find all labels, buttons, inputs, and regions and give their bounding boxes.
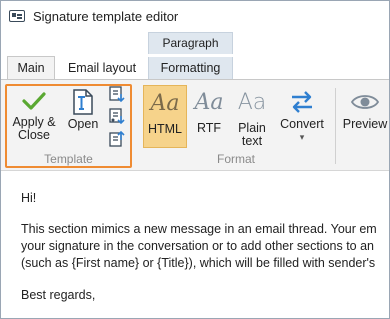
plain-aa-icon: Aa	[237, 90, 267, 115]
window-title: Signature template editor	[33, 8, 179, 24]
open-button[interactable]: Open	[63, 88, 103, 131]
plain-text-format-button[interactable]: Aa Plain text	[232, 85, 272, 148]
ribbon-separator	[335, 88, 336, 164]
signature-window-icon	[9, 10, 25, 22]
editor-body[interactable]: Hi! This section mimics a new message in…	[1, 172, 389, 318]
context-tab-paragraph[interactable]: Paragraph	[148, 32, 233, 54]
editor-window: Signature template editor Paragraph Main…	[0, 0, 390, 319]
html-label: HTML	[147, 122, 183, 136]
html-format-button[interactable]: Aa HTML	[143, 85, 187, 148]
checkmark-icon	[22, 92, 46, 110]
apply-close-button[interactable]: Apply & Close	[9, 90, 59, 142]
rtf-aa-icon: Aa	[194, 90, 224, 115]
template-group-label: Template	[44, 152, 93, 166]
tab-main[interactable]: Main	[7, 56, 55, 80]
paragraph-line-1: This section mimics a new message in an …	[21, 222, 377, 236]
tab-formatting[interactable]: Formatting	[148, 57, 233, 79]
open-label: Open	[67, 117, 99, 131]
preview-label: Preview	[342, 117, 388, 131]
tab-email-layout[interactable]: Email layout	[61, 57, 143, 79]
convert-arrows-icon	[292, 91, 312, 113]
save-as-template-icon[interactable]	[108, 108, 126, 126]
convert-label: Convert	[280, 117, 324, 131]
paragraph-line-3: (such as {First name} or {Title}), which…	[21, 256, 376, 270]
rtf-format-button[interactable]: Aa RTF	[189, 85, 229, 135]
convert-button[interactable]: Convert ▾	[275, 88, 329, 144]
open-template-icon	[73, 89, 93, 115]
format-group-label: Format	[216, 152, 255, 166]
closing-text: Best regards,	[21, 288, 96, 302]
rtf-label: RTF	[196, 121, 222, 135]
export-template-icon[interactable]	[108, 130, 126, 148]
eye-icon	[350, 95, 380, 109]
save-template-icon[interactable]	[108, 86, 126, 104]
greeting-text: Hi!	[21, 191, 37, 205]
paragraph-line-2: your signature in the conversation or to…	[21, 239, 374, 253]
html-aa-icon: Aa	[150, 91, 180, 116]
preview-button[interactable]: Preview	[339, 88, 389, 131]
apply-close-label-2: Close	[18, 128, 50, 142]
ribbon: Apply & Close Open Template Aa HTML Aa R…	[1, 79, 389, 171]
ribbon-tabs: Main Email layout Formatting	[1, 55, 389, 80]
chevron-down-icon: ▾	[299, 132, 305, 142]
title-bar: Signature template editor	[1, 1, 389, 31]
plain-label-2: text	[241, 134, 263, 148]
